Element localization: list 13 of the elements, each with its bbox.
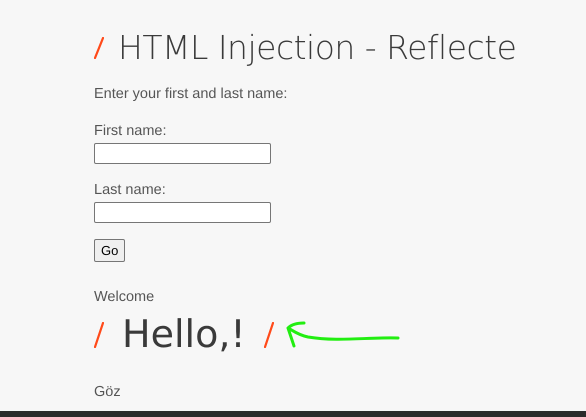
instruction-text: Enter your first and last name: [94,86,288,103]
body-text: Göz [94,384,121,402]
welcome-text: Welcome [94,288,154,306]
slash-icon [264,322,274,348]
go-button[interactable]: Go [94,238,126,262]
field-label: First name: [94,123,167,141]
slash-icon [94,322,104,348]
input-field[interactable] [94,202,271,223]
page-title: HTML Injection - Reflecte [118,28,516,68]
greeting-heading: Hello,! [122,312,246,358]
input-field[interactable] [94,143,271,164]
field-label: Last name: [94,182,166,200]
slash-icon [94,36,104,59]
